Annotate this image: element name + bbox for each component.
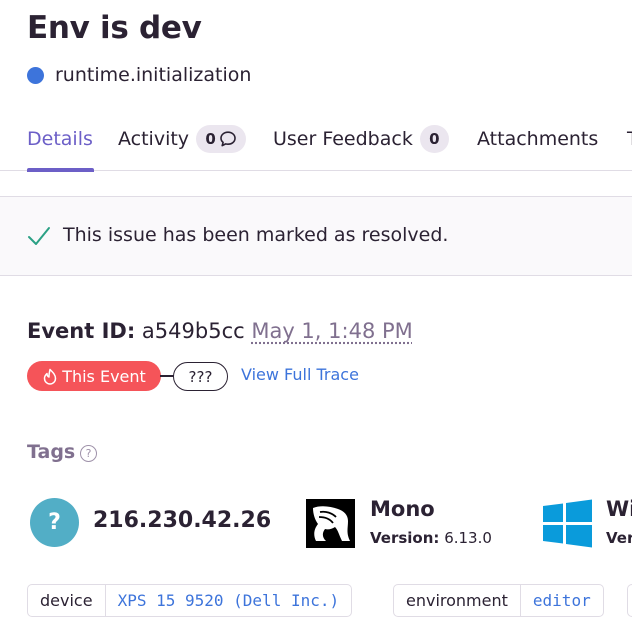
tab-user-feedback-label: User Feedback [273, 128, 413, 150]
flame-icon [43, 368, 57, 385]
tab-attachments-label: Attachments [477, 128, 599, 150]
tag-pill-truncated[interactable] [627, 584, 632, 617]
user-feedback-count: 0 [429, 130, 440, 148]
tags-heading: Tags [27, 441, 76, 463]
runtime-version-line: Version: 6.13.0 [370, 529, 492, 547]
tab-truncated[interactable]: T [627, 126, 632, 152]
tabs-divider [0, 170, 632, 171]
comment-icon [219, 131, 236, 147]
tab-user-feedback[interactable]: User Feedback 0 [273, 125, 449, 153]
question-mark-icon[interactable]: ? [80, 445, 97, 462]
tab-details-label: Details [27, 128, 93, 150]
os-version-label: Ver [606, 529, 632, 547]
runtime-version-label: Version: [370, 529, 440, 547]
user-avatar-icon: ? [30, 498, 79, 547]
activity-count-badge: 0 [196, 125, 247, 153]
windows-logo-icon [543, 499, 592, 548]
user-ip-address: 216.230.42.26 [93, 508, 272, 533]
user-feedback-count-badge: 0 [419, 125, 449, 153]
tab-activity[interactable]: Activity 0 [118, 125, 247, 153]
level-indicator-dot [27, 67, 44, 84]
event-date[interactable]: May 1, 1:48 PM [251, 319, 412, 343]
issue-title: Env is dev [27, 10, 202, 46]
this-event-badge[interactable]: This Event [27, 361, 161, 391]
issue-subtitle: runtime.initialization [55, 64, 252, 86]
event-id-label: Event ID: [27, 319, 136, 343]
checkmark-icon [28, 227, 50, 245]
tab-details[interactable]: Details [27, 126, 93, 152]
active-tab-indicator [27, 168, 94, 172]
divider [0, 275, 632, 276]
tab-attachments[interactable]: Attachments [477, 126, 598, 152]
tag-pill-device[interactable]: device XPS 15 9520 (Dell Inc.) [27, 584, 353, 617]
resolved-message: This issue has been marked as resolved. [63, 224, 449, 246]
os-name: Wi [606, 497, 632, 521]
tag-value-link[interactable]: editor [519, 585, 603, 616]
activity-count: 0 [205, 130, 216, 148]
unknown-event-badge[interactable]: ??? [173, 362, 228, 391]
event-id-line: Event ID: a549b5cc May 1, 1:48 PM [27, 319, 413, 343]
trace-connector [160, 375, 174, 377]
tag-key: device [40, 591, 93, 610]
runtime-version: 6.13.0 [444, 529, 492, 547]
view-full-trace-link[interactable]: View Full Trace [241, 365, 359, 384]
tab-activity-label: Activity [118, 128, 190, 150]
tag-key: environment [406, 591, 508, 610]
runtime-name: Mono [370, 497, 435, 521]
this-event-label: This Event [62, 366, 146, 386]
mono-logo-icon [306, 499, 355, 548]
tag-value-link[interactable]: XPS 15 9520 (Dell Inc.) [104, 585, 352, 616]
tab-truncated-label: T [627, 128, 632, 150]
event-id-value[interactable]: a549b5cc [142, 319, 245, 343]
tag-pill-environment[interactable]: environment editor [393, 584, 604, 617]
